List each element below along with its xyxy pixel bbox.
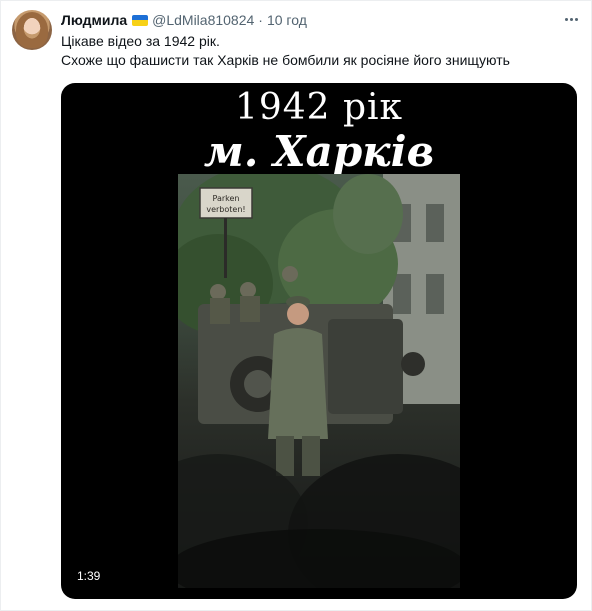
avatar-hair-shape [16,12,48,48]
sign-text-line1: Parken [213,194,240,203]
tweet-text: Цікаве відео за 1942 рік. Схоже що фашис… [61,32,581,70]
video-player[interactable]: 1942 рік м. Харків Parken verboten! 1:39 [61,83,577,599]
video-frame-image: Parken verboten! [178,174,460,588]
tweet-card[interactable]: Людмила @LdMila810824 · 10 год Цікаве ві… [0,0,592,611]
ukraine-flag-icon [132,14,149,26]
sign-text-line2: verboten! [206,205,245,214]
video-overlay-city: м. Харків [203,127,435,176]
tweet-header: Людмила @LdMila810824 · 10 год [61,10,307,30]
video-overlay-year: 1942 рік [234,87,404,128]
avatar[interactable] [12,10,52,50]
tweet-timestamp[interactable]: 10 год [267,12,307,28]
video-duration: 1:39 [77,569,101,583]
author-handle[interactable]: @LdMila810824 [152,12,254,28]
street-scene-graphic: Parken verboten! [178,174,460,588]
separator-dot: · [258,12,263,28]
tweet-text-line: Цікаве відео за 1942 рік. [61,33,220,49]
tweet-text-line: Схоже що фашисти так Харків не бомбили я… [61,52,510,68]
more-options-icon[interactable] [561,11,581,27]
author-name[interactable]: Людмила [61,12,127,28]
